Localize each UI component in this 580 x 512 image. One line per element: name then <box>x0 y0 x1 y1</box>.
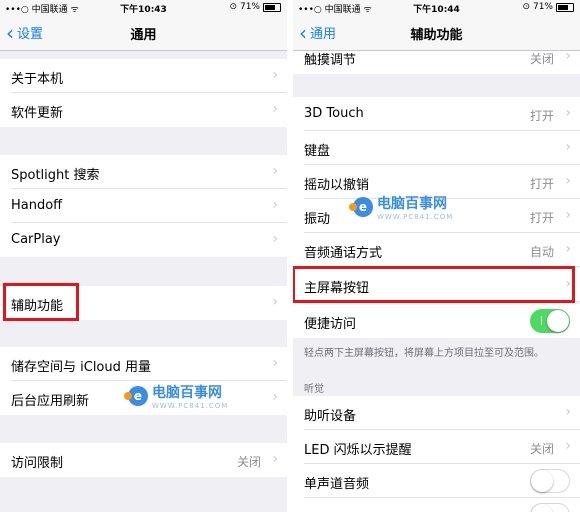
row-label: 摇动以撤销 <box>304 178 370 193</box>
row-software-update[interactable]: 软件更新 › <box>0 93 287 127</box>
row-reachability: 便捷访问 <box>293 304 580 338</box>
right-screen-accessibility-settings: 触摸调节 关闭 › •••○ 中国联通 ᯤ 下午10:44 ⊙ 71% ‹ 通用… <box>293 0 580 512</box>
reachability-footer: 轻点两下主屏幕按钮，将屏幕上方项目拉至可及范围。 <box>304 348 544 359</box>
row-partially-visible[interactable] <box>293 498 580 512</box>
row-carplay[interactable]: CarPlay › <box>0 223 287 257</box>
watermark: e 电脑百事网 WWW.PC841.COM <box>124 382 228 410</box>
chevron-right-icon: › <box>272 451 278 467</box>
watermark-name: 电脑百事网 <box>377 196 447 212</box>
row-value: 打开 <box>529 177 554 191</box>
row-label: 触摸调节 <box>304 53 357 68</box>
row-storage-icloud[interactable]: 储存空间与 iCloud 用量 › <box>0 347 287 381</box>
row-home-button[interactable]: 主屏幕按钮 › <box>293 268 580 302</box>
row-value: 关闭 <box>529 52 554 66</box>
row-label: 单声道音频 <box>304 477 370 492</box>
row-hearing-devices[interactable]: 助听设备 › <box>293 396 580 430</box>
row-label: 辅助功能 <box>11 299 64 314</box>
chevron-right-icon: › <box>272 294 278 310</box>
chevron-right-icon: › <box>565 241 571 257</box>
row-label: 助听设备 <box>304 409 357 424</box>
mono-audio-toggle[interactable] <box>530 469 570 493</box>
chevron-right-icon: › <box>565 404 571 420</box>
chevron-right-icon: › <box>272 355 278 371</box>
row-accessibility[interactable]: 辅助功能 › <box>0 286 287 320</box>
partial-toggle[interactable] <box>530 503 570 512</box>
chevron-right-icon: › <box>565 105 571 121</box>
watermark-logo-icon: e <box>124 386 148 406</box>
row-label: 3D Touch <box>304 106 364 121</box>
left-screen-general-settings: •••○ 中国联通 ᯤ 下午10:43 ⊙ 71% ‹ 设置 通用 关于本机 ›… <box>0 0 287 512</box>
watermark-url: WWW.PC841.COM <box>152 402 229 410</box>
row-value: 关闭 <box>529 442 554 456</box>
row-label: 主屏幕按钮 <box>304 281 370 296</box>
page-title: 通用 <box>130 28 157 43</box>
chevron-right-icon: › <box>565 139 571 155</box>
navigation-bar: ‹ 通用 辅助功能 <box>293 14 580 51</box>
row-restrictions[interactable]: 访问限制 关闭 › <box>0 443 287 477</box>
watermark-text: 电脑百事网 WWW.PC841.COM <box>377 193 453 221</box>
row-handoff[interactable]: Handoff › <box>0 189 287 223</box>
chevron-right-icon: › <box>272 389 278 405</box>
chevron-right-icon: › <box>272 163 278 179</box>
watermark-logo-icon: e <box>349 197 373 217</box>
row-keyboard[interactable]: 键盘 › <box>293 131 580 165</box>
row-label: 后台应用刷新 <box>11 394 90 409</box>
watermark-text: 电脑百事网 WWW.PC841.COM <box>152 382 228 410</box>
status-bar: •••○ 中国联通 ᯤ 下午10:43 ⊙ 71% <box>0 0 287 15</box>
row-value: 打开 <box>529 211 554 225</box>
row-label: Spotlight 搜索 <box>11 168 100 183</box>
row-label: 关于本机 <box>11 72 64 87</box>
chevron-right-icon: › <box>565 276 571 292</box>
row-label: LED 闪烁以示提醒 <box>304 443 412 458</box>
row-label: 软件更新 <box>11 106 64 121</box>
section-header-hearing: 听觉 <box>304 384 324 395</box>
row-value: 打开 <box>529 109 554 123</box>
row-spotlight-search[interactable]: Spotlight 搜索 › <box>0 155 287 189</box>
chevron-right-icon: › <box>272 101 278 117</box>
navigation-bar: ‹ 设置 通用 <box>0 14 287 51</box>
watermark-name: 电脑百事网 <box>152 385 222 401</box>
page-title: 辅助功能 <box>410 28 463 43</box>
watermark: e 电脑百事网 WWW.PC841.COM <box>349 193 453 221</box>
reachability-toggle[interactable] <box>530 309 570 333</box>
row-mono-audio: 单声道音频 <box>293 464 580 498</box>
row-led-flash-alerts[interactable]: LED 闪烁以示提醒 关闭 › <box>293 430 580 464</box>
row-label: 音频通话方式 <box>304 246 383 261</box>
chevron-right-icon: › <box>565 438 571 454</box>
row-label: 振动 <box>304 212 331 227</box>
row-value: 关闭 <box>236 455 261 469</box>
row-label: 便捷访问 <box>304 317 357 332</box>
alarm-icon: ⊙ <box>229 2 237 12</box>
row-value: 自动 <box>529 245 554 259</box>
watermark-url: WWW.PC841.COM <box>377 213 454 221</box>
battery-status: ⊙ 71% <box>229 2 281 12</box>
chevron-right-icon: › <box>272 197 278 213</box>
row-3d-touch[interactable]: 3D Touch 打开 › <box>293 97 580 131</box>
chevron-right-icon: › <box>565 207 571 223</box>
chevron-right-icon: › <box>565 173 571 189</box>
battery-status: ⊙ 71% <box>522 2 574 12</box>
battery-icon <box>556 2 574 12</box>
alarm-icon: ⊙ <box>522 2 530 12</box>
battery-percent: 71% <box>239 2 260 12</box>
chevron-right-icon: › <box>272 231 278 247</box>
battery-icon <box>263 2 281 12</box>
row-call-audio-routing[interactable]: 音频通话方式 自动 › <box>293 233 580 267</box>
battery-percent: 71% <box>532 2 553 12</box>
chevron-right-icon: › <box>272 67 278 83</box>
row-about[interactable]: 关于本机 › <box>0 59 287 93</box>
row-label: 键盘 <box>304 144 331 159</box>
row-label: 访问限制 <box>11 456 64 471</box>
row-label: 储存空间与 iCloud 用量 <box>11 360 152 375</box>
status-bar: •••○ 中国联通 ᯤ 下午10:44 ⊙ 71% <box>293 0 580 15</box>
row-label: Handoff <box>11 198 63 213</box>
row-label: CarPlay <box>11 232 61 247</box>
